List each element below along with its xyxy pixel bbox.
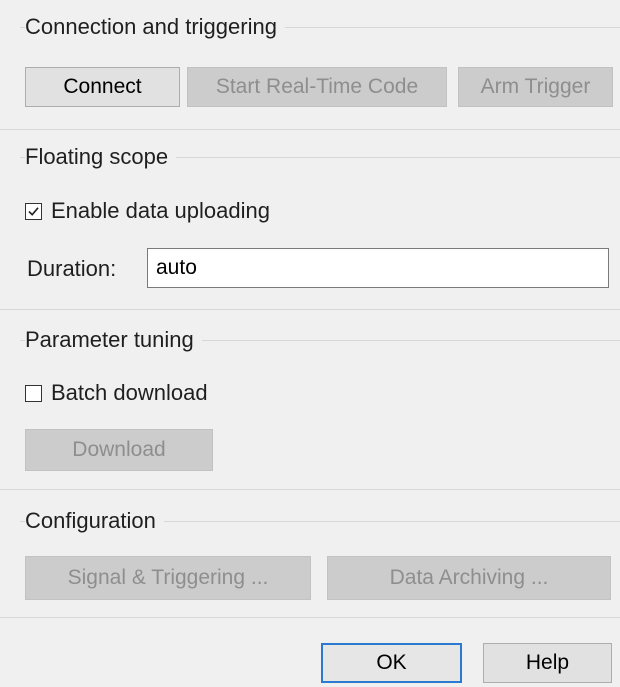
start-real-time-code-button[interactable]: Start Real-Time Code (187, 67, 447, 107)
section-divider (0, 617, 620, 618)
data-archiving-button[interactable]: Data Archiving ... (327, 556, 611, 600)
batch-download-checkbox[interactable]: Batch download (25, 380, 208, 406)
section-divider (0, 309, 620, 310)
duration-input[interactable] (147, 248, 609, 288)
download-button[interactable]: Download (25, 429, 213, 471)
checkbox-unchecked-icon[interactable] (25, 384, 42, 402)
floating-scope-section-title: Floating scope (25, 144, 177, 170)
external-mode-dialog: Connection and triggering Connect Start … (0, 0, 620, 687)
ok-button[interactable]: OK (321, 643, 462, 683)
help-button[interactable]: Help (483, 643, 612, 683)
checkbox-checked-icon[interactable] (25, 202, 42, 220)
section-divider (0, 489, 620, 490)
duration-label: Duration: (27, 256, 117, 281)
connection-section-title: Connection and triggering (25, 14, 285, 40)
arm-trigger-button[interactable]: Arm Trigger (458, 67, 613, 107)
batch-download-label: Batch download (51, 380, 208, 405)
section-divider (0, 129, 620, 130)
configuration-section-title: Configuration (25, 508, 164, 534)
enable-data-uploading-checkbox[interactable]: Enable data uploading (25, 198, 270, 224)
signal-triggering-button[interactable]: Signal & Triggering ... (25, 556, 311, 600)
connect-button[interactable]: Connect (25, 67, 180, 107)
enable-data-uploading-label: Enable data uploading (51, 198, 270, 223)
parameter-tuning-section-title: Parameter tuning (25, 327, 202, 353)
